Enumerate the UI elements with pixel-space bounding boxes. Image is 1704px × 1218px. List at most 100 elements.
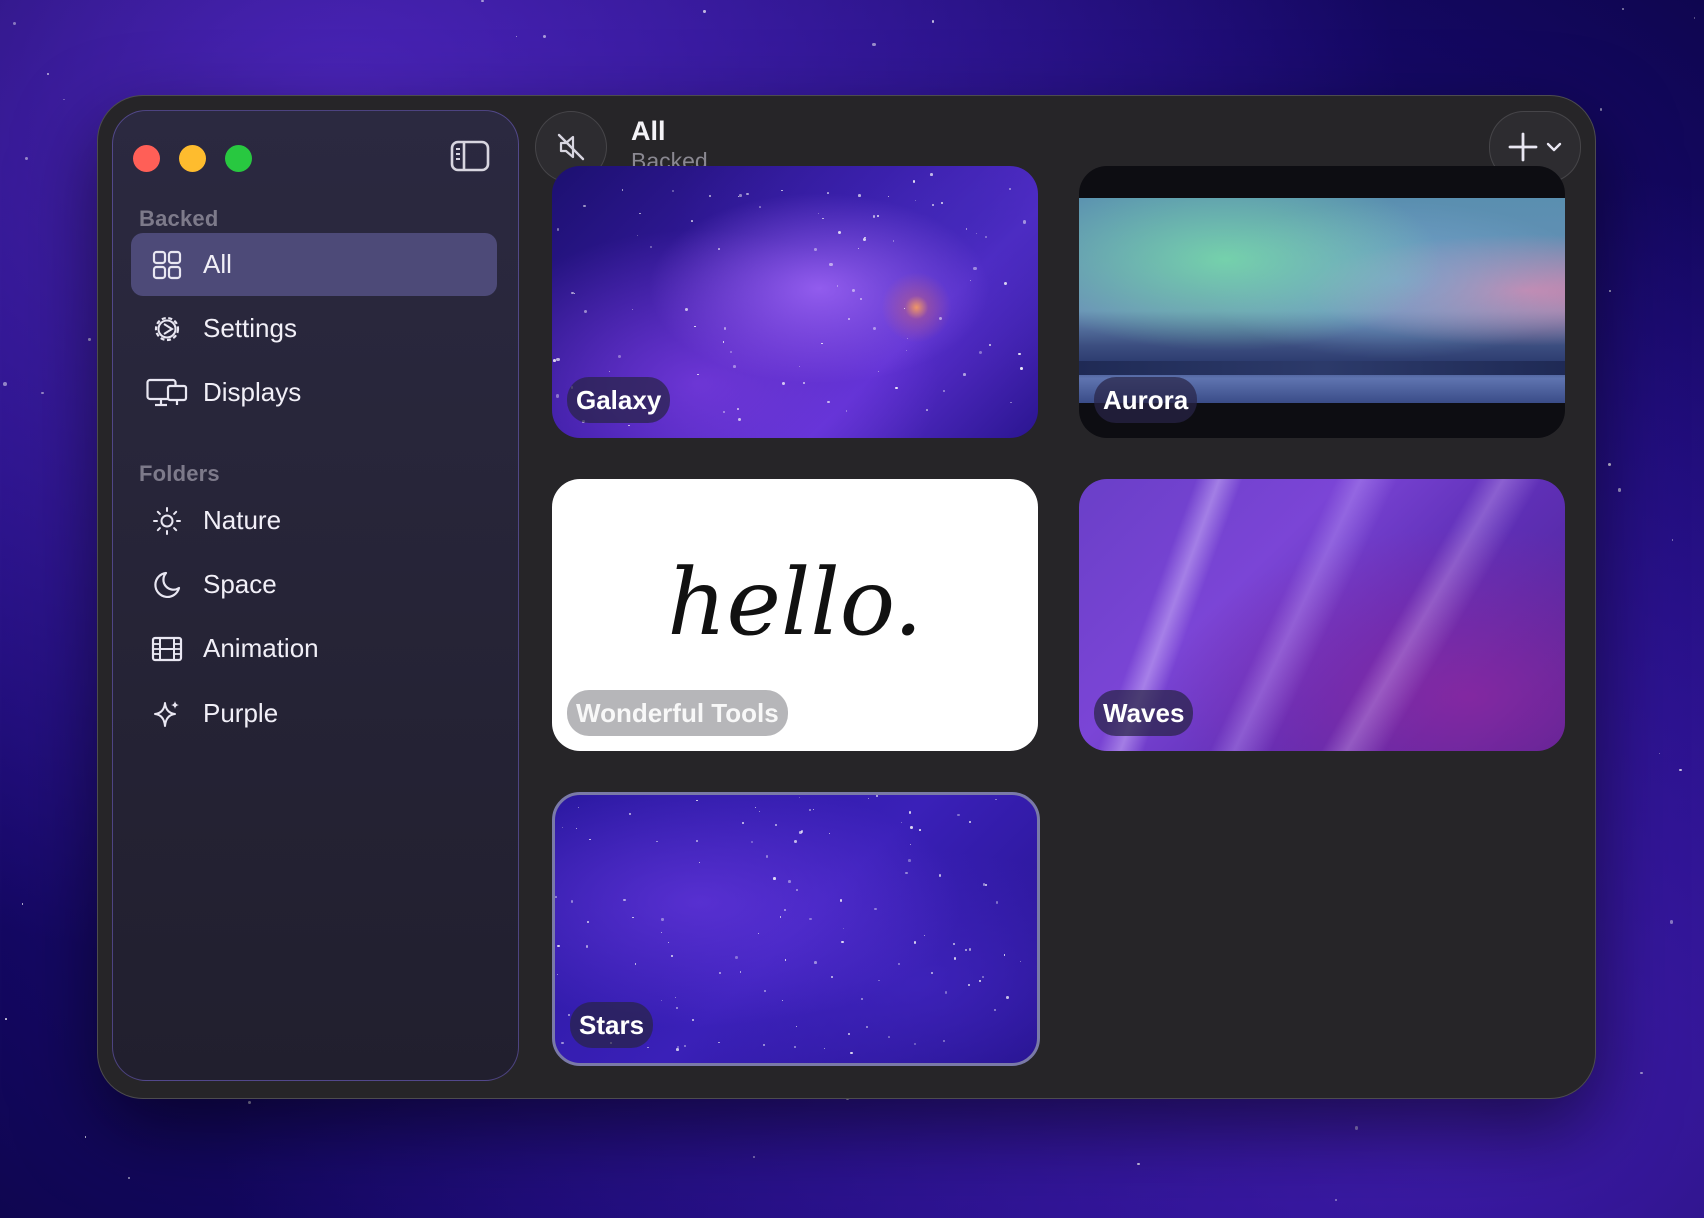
star-speck bbox=[873, 326, 877, 331]
star-speck bbox=[905, 350, 908, 352]
star-speck bbox=[847, 318, 850, 321]
section-title-backed: Backed bbox=[139, 206, 219, 231]
star-speck bbox=[908, 859, 911, 862]
sidebar-toggle-icon bbox=[450, 140, 490, 172]
wallpaper-tile-galaxy[interactable]: Galaxy bbox=[552, 166, 1038, 438]
star-speck bbox=[737, 408, 739, 410]
star-speck bbox=[892, 240, 895, 242]
plus-icon bbox=[1508, 132, 1538, 162]
star-speck bbox=[802, 381, 805, 385]
sidebar-item-purple[interactable]: Purple bbox=[131, 682, 497, 745]
star-speck bbox=[782, 999, 784, 1001]
star-speck bbox=[739, 194, 742, 197]
star-speck bbox=[84, 1136, 87, 1138]
wallpaper-tile-waves[interactable]: Waves bbox=[1079, 479, 1565, 751]
star-speck bbox=[817, 213, 820, 215]
star-speck bbox=[919, 829, 921, 831]
sidebar-item-animation[interactable]: Animation bbox=[131, 617, 497, 680]
wallpaper-tile-aurora[interactable]: Aurora bbox=[1079, 166, 1565, 438]
star-speck bbox=[944, 990, 948, 994]
minimize-window-button[interactable] bbox=[179, 145, 206, 172]
sidebar-item-all[interactable]: All bbox=[131, 233, 497, 296]
star-speck bbox=[898, 962, 901, 965]
sidebar-toggle-button[interactable] bbox=[450, 139, 490, 173]
wallpaper-label: Aurora bbox=[1094, 377, 1198, 423]
star-speck bbox=[573, 292, 576, 295]
star-speck bbox=[930, 173, 933, 176]
sidebar-item-space[interactable]: Space bbox=[131, 553, 497, 616]
star-speck bbox=[842, 928, 844, 930]
star-speck bbox=[586, 920, 590, 924]
star-speck bbox=[1010, 401, 1012, 403]
star-speck bbox=[623, 899, 626, 902]
star-speck bbox=[656, 840, 658, 843]
sidebar-item-nature[interactable]: Nature bbox=[131, 489, 497, 552]
star-speck bbox=[781, 189, 783, 192]
star-speck bbox=[556, 228, 560, 231]
star-speck bbox=[942, 1039, 946, 1042]
star-speck bbox=[895, 386, 898, 390]
star-speck bbox=[708, 194, 711, 197]
section-title-folders: Folders bbox=[139, 461, 220, 486]
star-speck bbox=[542, 35, 546, 39]
star-speck bbox=[3, 382, 7, 386]
star-speck bbox=[635, 963, 637, 965]
moon-icon bbox=[151, 569, 183, 601]
sidebar-item-displays[interactable]: Displays bbox=[131, 361, 497, 424]
star-speck bbox=[1335, 1199, 1337, 1201]
star-speck bbox=[903, 308, 906, 310]
star-speck bbox=[1671, 539, 1674, 541]
wallpaper-tile-wonderful-tools[interactable]: hello. Wonderful Tools bbox=[552, 479, 1038, 751]
star-speck bbox=[608, 370, 611, 373]
star-speck bbox=[683, 1044, 686, 1047]
star-speck bbox=[809, 917, 812, 921]
star-speck bbox=[907, 337, 909, 339]
star-speck bbox=[632, 916, 634, 919]
star-speck bbox=[1006, 996, 1009, 1000]
star-speck bbox=[812, 808, 815, 811]
star-speck bbox=[989, 344, 992, 347]
star-speck bbox=[965, 949, 968, 952]
star-speck bbox=[940, 201, 944, 205]
star-speck bbox=[912, 180, 916, 183]
star-speck bbox=[872, 42, 877, 47]
wallpaper-label: Waves bbox=[1094, 690, 1194, 736]
star-speck bbox=[722, 341, 725, 343]
sidebar-item-settings[interactable]: Settings bbox=[131, 297, 497, 360]
star-speck bbox=[821, 217, 824, 220]
star-speck bbox=[21, 903, 23, 905]
star-speck bbox=[1008, 187, 1012, 191]
star-speck bbox=[923, 934, 926, 937]
star-speck bbox=[649, 245, 653, 249]
star-speck bbox=[872, 215, 876, 218]
star-speck bbox=[739, 971, 742, 974]
star-speck bbox=[1659, 753, 1661, 755]
star-speck bbox=[661, 918, 664, 921]
star-speck bbox=[690, 219, 693, 222]
star-speck bbox=[751, 841, 754, 844]
star-speck bbox=[995, 798, 997, 801]
star-speck bbox=[699, 862, 701, 864]
star-speck bbox=[965, 228, 968, 230]
star-speck bbox=[670, 954, 673, 958]
star-speck bbox=[827, 400, 831, 404]
close-window-button[interactable] bbox=[133, 145, 160, 172]
star-speck bbox=[858, 194, 861, 197]
star-speck bbox=[910, 825, 914, 829]
star-speck bbox=[973, 266, 977, 271]
star-speck bbox=[1020, 367, 1023, 371]
star-speck bbox=[967, 983, 971, 987]
wallpaper-tile-stars[interactable]: Stars bbox=[552, 792, 1040, 1066]
star-speck bbox=[515, 35, 518, 38]
star-speck bbox=[874, 907, 877, 911]
speaker-muted-icon bbox=[557, 133, 585, 161]
star-speck bbox=[696, 799, 698, 802]
sidebar-item-label: All bbox=[203, 249, 232, 279]
star-speck bbox=[671, 189, 675, 193]
star-speck bbox=[1004, 282, 1008, 286]
star-speck bbox=[938, 316, 942, 320]
star-speck bbox=[813, 961, 817, 964]
zoom-window-button[interactable] bbox=[225, 145, 252, 172]
star-speck bbox=[746, 192, 749, 196]
star-speck bbox=[796, 889, 799, 891]
